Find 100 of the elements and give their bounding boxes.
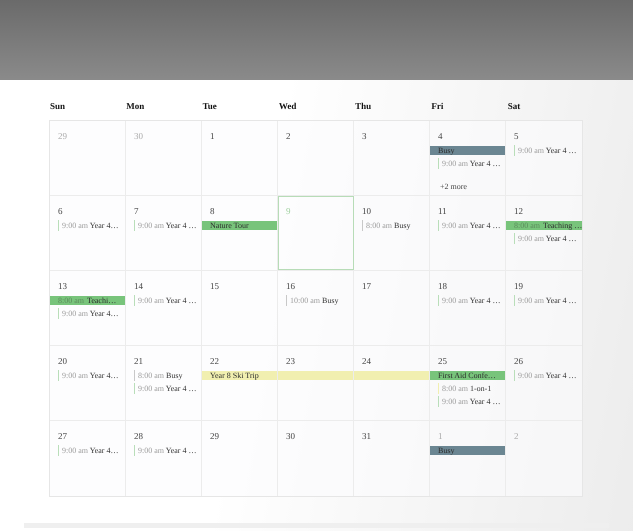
day-number: 7 — [133, 205, 138, 217]
day-cell[interactable]: 27 9:00 am Year 4… — [50, 421, 126, 496]
day-cell[interactable]: 11 9:00 am Year 4 … — [430, 196, 506, 270]
day-cell[interactable]: 28 9:00 am Year 4 … — [126, 421, 202, 496]
day-cell[interactable]: 8 Nature Tour — [202, 196, 278, 270]
weekday-heading: Thu — [354, 100, 372, 113]
event-entry[interactable]: 9:00 am Year 4 … — [138, 445, 196, 456]
day-cell[interactable]: 6 9:00 am Year 4… — [50, 196, 126, 270]
day-cell[interactable]: 20 9:00 am Year 4… — [50, 346, 126, 420]
day-cell[interactable]: 30 — [278, 421, 354, 496]
event-entry[interactable]: 9:00 am Year 4… — [62, 370, 118, 381]
day-number: 23 — [285, 355, 295, 367]
day-number: 20 — [57, 355, 67, 367]
event-entry[interactable]: 9:00 am Year 4… — [62, 445, 118, 456]
event-entry[interactable]: 9:00 am Year 4 … — [442, 158, 500, 169]
day-number: 15 — [209, 280, 219, 292]
day-cell[interactable]: 19 9:00 am Year 4 … — [506, 271, 582, 345]
event-entry[interactable]: 8:00 am Busy — [138, 370, 182, 381]
day-cell[interactable]: 24 — [354, 346, 430, 420]
event-entry[interactable]: 9:00 am Year 4 … — [138, 220, 196, 231]
day-cell[interactable]: 17 — [354, 271, 430, 345]
day-number: 17 — [361, 280, 371, 292]
day-number: 24 — [361, 355, 371, 367]
day-number: 8 — [209, 205, 214, 217]
day-number: 27 — [57, 430, 67, 442]
day-cell[interactable]: 25 First Aid Confe… 8:00 am 1-on-1 9:00 am Year 4 … — [430, 346, 506, 420]
event-bar[interactable]: 8:00 am Teachi… — [50, 296, 125, 305]
day-cell[interactable]: 12 8:00 am Teaching … 9:00 am Year 4 … — [506, 196, 582, 270]
event-bar[interactable]: Busy — [430, 446, 505, 455]
day-number: 26 — [513, 355, 523, 367]
day-cell[interactable]: 23 — [278, 346, 354, 420]
day-cell[interactable]: 13 8:00 am Teachi… 9:00 am Year 4… — [50, 271, 126, 345]
day-cell[interactable]: 1 Busy — [430, 421, 506, 496]
day-cell[interactable]: 1 — [202, 121, 278, 195]
day-number: 16 — [285, 280, 295, 292]
day-cell[interactable]: 26 9:00 am Year 4 … — [506, 346, 582, 420]
day-number: 19 — [513, 280, 523, 292]
event-bar-continuation[interactable] — [278, 371, 353, 380]
event-bar[interactable]: Nature Tour — [202, 221, 277, 230]
day-cell[interactable]: 21 8:00 am Busy 9:00 am Year 4 … — [126, 346, 202, 420]
day-number: 10 — [361, 205, 371, 217]
weekday-heading: Wed — [278, 100, 298, 113]
event-entry[interactable]: 8:00 am 1-on-1 — [442, 383, 492, 394]
weekday-heading: Tue — [202, 100, 218, 113]
event-bar[interactable]: First Aid Confe… — [430, 371, 505, 380]
event-entry[interactable]: 9:00 am Year 4 … — [442, 220, 500, 231]
event-entry[interactable]: 10:00 am Busy — [290, 295, 338, 306]
day-number: 3 — [361, 130, 366, 142]
day-number: 1 — [209, 130, 214, 142]
day-number: 1 — [437, 430, 442, 442]
event-bar[interactable]: 8:00 am Teaching … — [506, 221, 582, 230]
event-entry[interactable]: 9:00 am Year 4 … — [518, 370, 576, 381]
day-number: 21 — [133, 355, 143, 367]
day-number: 13 — [57, 280, 67, 292]
day-cell[interactable]: 14 9:00 am Year 4 … — [126, 271, 202, 345]
event-entry[interactable]: 9:00 am Year 4 … — [442, 295, 500, 306]
day-number: 31 — [361, 430, 371, 442]
event-entry[interactable]: 8:00 am Busy — [366, 220, 410, 231]
day-number: 18 — [437, 280, 447, 292]
weekday-heading: Sat — [506, 100, 522, 113]
day-number: 11 — [437, 205, 447, 217]
event-entry[interactable]: 9:00 am Year 4 … — [138, 383, 196, 394]
day-cell[interactable]: 22 Year 8 Ski Trip — [202, 346, 278, 420]
day-cell[interactable]: 2 — [278, 121, 354, 195]
day-cell[interactable]: 4 Busy 9:00 am Year 4 … +2 more — [430, 121, 506, 195]
day-number: 4 — [437, 130, 442, 142]
day-number: 2 — [513, 430, 518, 442]
weekday-heading: Sun — [49, 100, 66, 113]
day-cell[interactable]: 15 — [202, 271, 278, 345]
day-cell[interactable]: 7 9:00 am Year 4 … — [126, 196, 202, 270]
weekday-heading: Mon — [125, 100, 146, 113]
weekday-heading: Fri — [430, 100, 444, 113]
event-entry[interactable]: 9:00 am Year 4 … — [518, 295, 576, 306]
event-entry[interactable]: 9:00 am Year 4 … — [138, 295, 196, 306]
day-cell[interactable]: 5 9:00 am Year 4 … — [506, 121, 582, 195]
day-number: 25 — [437, 355, 447, 367]
day-number: 29 — [57, 130, 67, 142]
day-cell[interactable]: 10 8:00 am Busy — [354, 196, 430, 270]
day-cell[interactable]: 29 — [202, 421, 278, 496]
day-number: 9 — [285, 205, 290, 217]
event-bar[interactable]: Busy — [430, 146, 505, 155]
day-number: 29 — [209, 430, 219, 442]
event-bar-continuation[interactable] — [354, 371, 429, 380]
event-bar[interactable]: Year 8 Ski Trip — [202, 371, 277, 380]
day-number: 30 — [285, 430, 295, 442]
day-cell[interactable]: 18 9:00 am Year 4 … — [430, 271, 506, 345]
day-cell[interactable]: 16 10:00 am Busy — [278, 271, 354, 345]
event-entry[interactable]: 9:00 am Year 4… — [62, 308, 118, 319]
event-entry[interactable]: 9:00 am Year 4… — [62, 220, 118, 231]
day-number: 14 — [133, 280, 143, 292]
day-number: 28 — [133, 430, 143, 442]
day-number: 5 — [513, 130, 518, 142]
day-number: 12 — [513, 205, 523, 217]
more-link[interactable]: +2 more — [430, 181, 467, 193]
day-number: 2 — [285, 130, 290, 142]
event-entry[interactable]: 9:00 am Year 4 … — [442, 396, 500, 407]
day-number: 30 — [133, 130, 143, 142]
event-entry[interactable]: 9:00 am Year 4 … — [518, 233, 576, 244]
day-number: 6 — [57, 205, 62, 217]
event-entry[interactable]: 9:00 am Year 4 … — [518, 145, 576, 156]
